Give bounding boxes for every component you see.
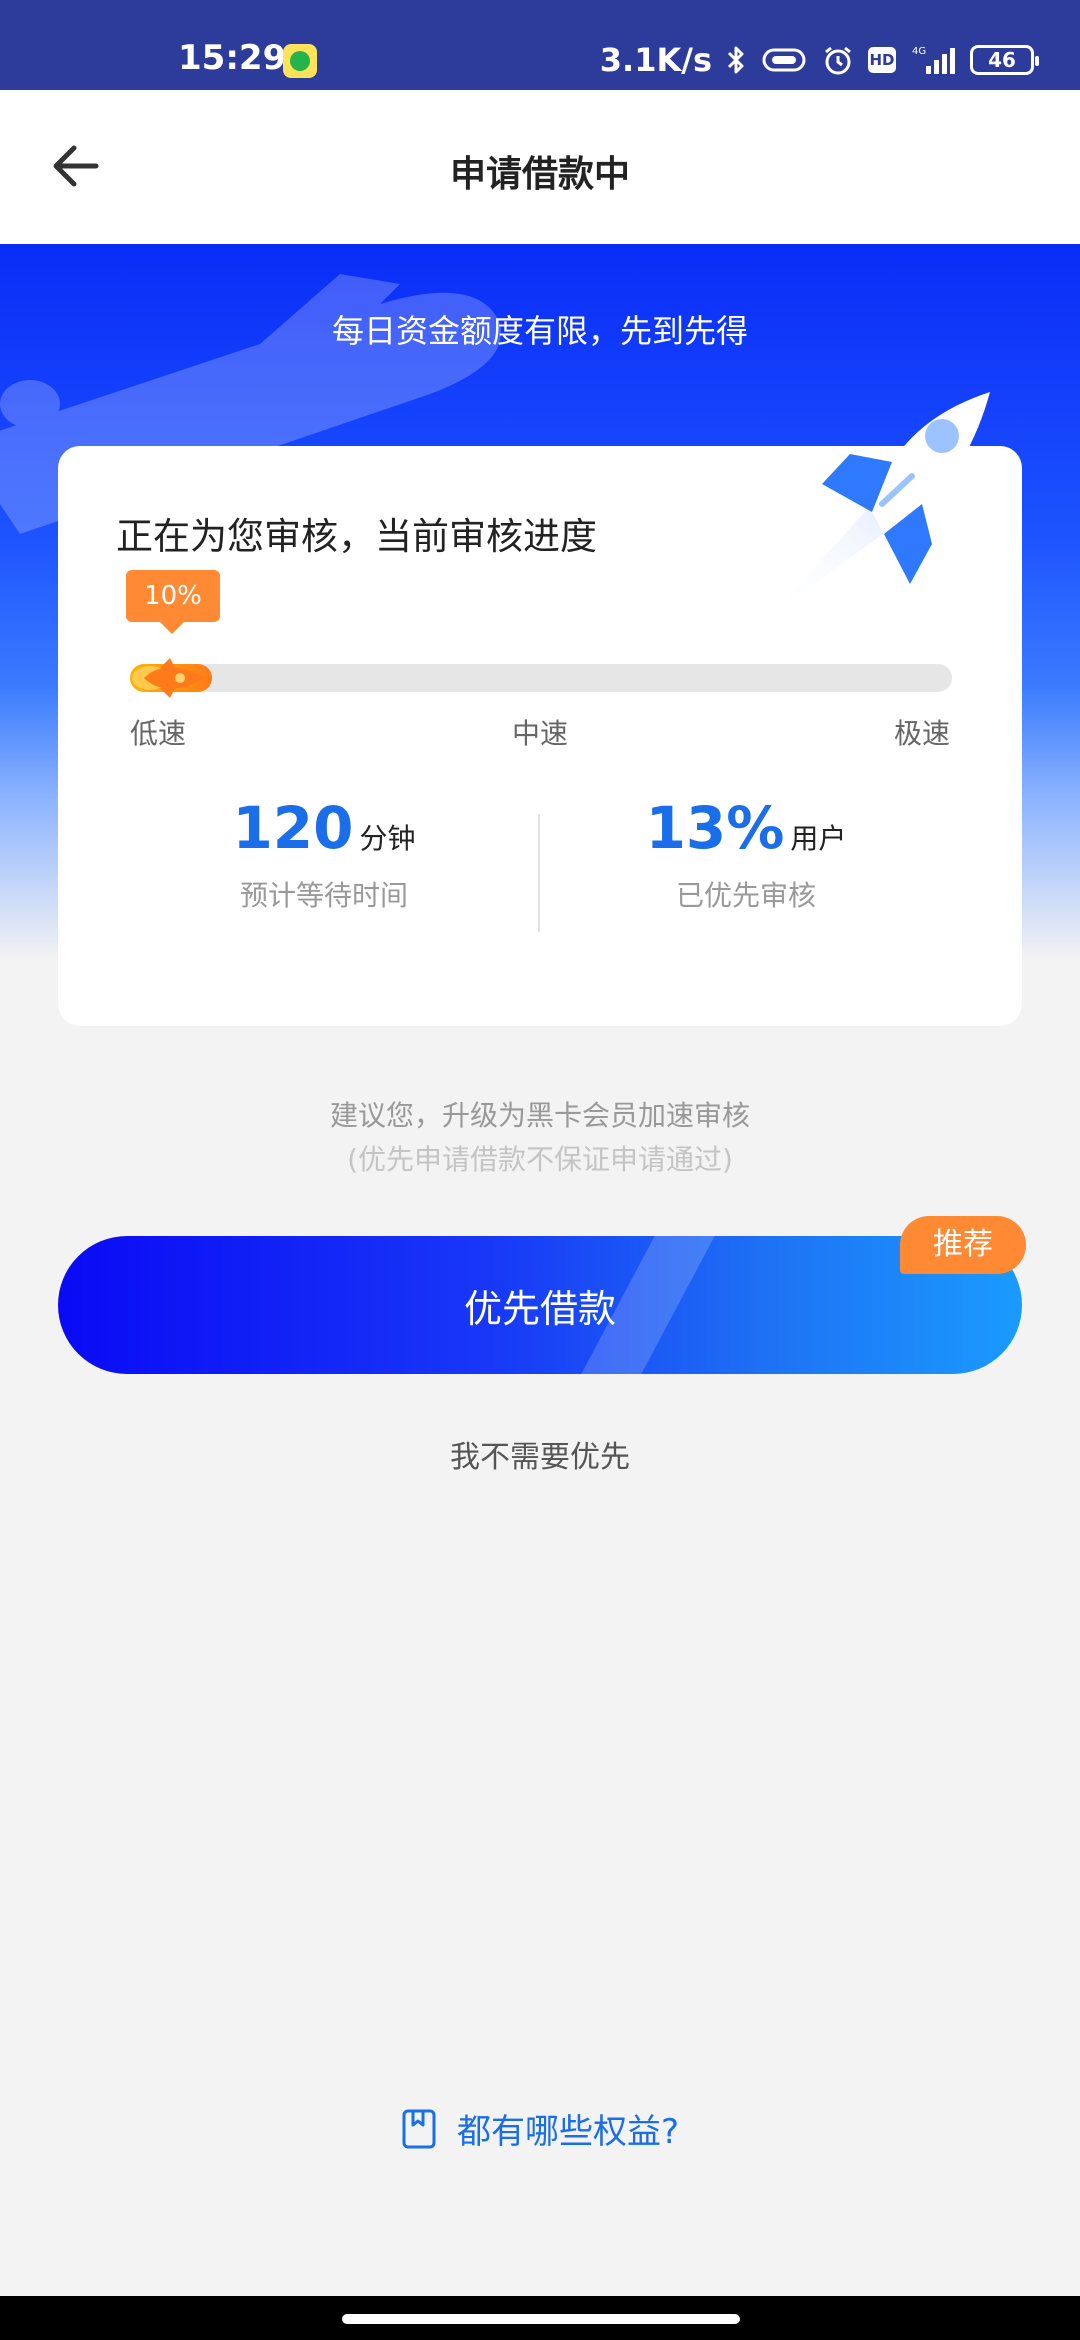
app-icon: [283, 44, 317, 78]
banner-text: 每日资金额度有限，先到先得: [331, 312, 748, 350]
disclaimer-text: (优先申请借款不保证申请通过): [347, 1143, 733, 1176]
status-bar: 15:29 3.1K/s HD 4G 46: [0, 0, 1080, 90]
rocket-icon: [132, 658, 206, 698]
speed-label-high: 极速: [893, 717, 950, 750]
stat-wait-time: 120 分钟 预计等待时间: [144, 794, 504, 914]
progress-bar: [130, 664, 952, 692]
priority-loan-button[interactable]: 优先借款: [58, 1236, 1022, 1374]
benefits-link-text: 都有哪些权益?: [456, 2112, 680, 2152]
app-header: 申请借款中: [0, 90, 1080, 244]
net-speed: 3.1K/s: [599, 41, 712, 79]
page-title: 申请借款中: [449, 154, 630, 195]
vibrate-icon: [760, 44, 808, 76]
stat-label: 已优先审核: [675, 879, 816, 912]
stat-label: 预计等待时间: [239, 879, 408, 912]
benefits-link[interactable]: 都有哪些权益?: [0, 2104, 1080, 2153]
stat-divider: [538, 814, 540, 932]
bluetooth-icon: [726, 44, 746, 76]
home-indicator[interactable]: [342, 2314, 740, 2324]
hd-icon: HD: [868, 47, 896, 73]
speed-label-mid: 中速: [512, 717, 569, 750]
upgrade-suggestion: 建议您，升级为黑卡会员加速审核: [329, 1099, 750, 1132]
status-time: 15:29: [178, 38, 287, 78]
stat-value: 120: [232, 794, 354, 862]
alarm-icon: [822, 44, 854, 76]
progress-badge: 10%: [126, 570, 220, 634]
priority-loan-button-label: 优先借款: [463, 1287, 616, 1331]
stat-priority-users: 13% 用户 已优先审核: [566, 794, 926, 914]
card-title: 正在为您审核，当前审核进度: [116, 515, 597, 558]
skip-priority-link[interactable]: 我不需要优先: [0, 1432, 1080, 1476]
rocket-illustration: [772, 392, 990, 614]
bookmark-icon: [402, 2109, 436, 2148]
stat-unit: 分钟: [359, 822, 416, 855]
recommend-badge: 推荐: [900, 1216, 1026, 1274]
speed-label-low: 低速: [130, 717, 187, 750]
stat-value: 13%: [645, 794, 785, 862]
system-nav-bar: [0, 2296, 1080, 2340]
signal-icon: 4G: [910, 44, 956, 76]
stat-unit: 用户: [790, 822, 847, 855]
battery-icon: 46: [970, 45, 1039, 75]
svg-text:4G: 4G: [912, 46, 926, 57]
status-icons: 3.1K/s HD 4G 46: [599, 40, 1039, 80]
